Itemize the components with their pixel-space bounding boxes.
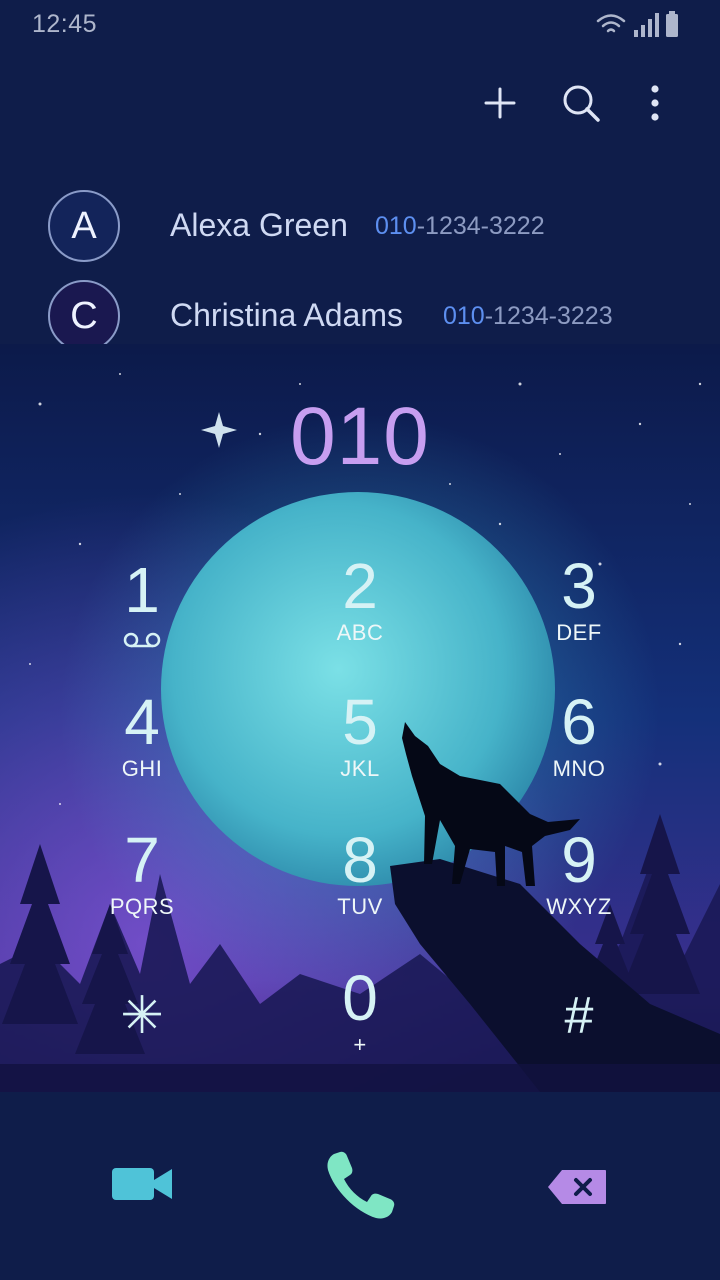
key-digit: # — [564, 987, 594, 1045]
dial-key-9[interactable]: 9 WXYZ — [494, 824, 664, 954]
phone-call-icon[interactable] — [320, 1144, 402, 1226]
key-letters: MNO — [552, 756, 606, 781]
contact-number: 010-1234-3223 — [443, 302, 613, 331]
dial-key-6[interactable]: 6 MNO — [494, 686, 664, 816]
key-digit: 8 — [342, 824, 378, 896]
signal-icon — [634, 13, 659, 37]
dial-key-2[interactable]: 2 ABC — [275, 550, 445, 680]
key-digit: 3 — [561, 550, 597, 622]
contact-name: Christina Adams — [170, 297, 403, 333]
key-digit: 4 — [124, 686, 160, 758]
wifi-icon — [596, 14, 626, 33]
dial-key-hash[interactable]: # — [494, 980, 664, 1092]
dial-key-1[interactable]: 1 — [57, 554, 227, 684]
dial-key-3[interactable]: 3 DEF — [494, 550, 664, 680]
key-digit: 1 — [124, 554, 160, 626]
video-call-icon[interactable] — [108, 1160, 176, 1208]
add-icon[interactable] — [475, 78, 525, 128]
backspace-icon[interactable] — [546, 1168, 608, 1206]
key-letters: GHI — [121, 756, 163, 781]
avatar: A — [48, 190, 120, 262]
key-letters: DEF — [556, 620, 602, 645]
contact-name: Alexa Green — [170, 207, 348, 243]
dial-key-4[interactable]: 4 GHI — [57, 686, 227, 816]
dial-key-8[interactable]: 8 TUV — [275, 824, 445, 954]
status-time: 12:45 — [32, 10, 98, 38]
dial-key-7[interactable]: 7 PQRS — [57, 824, 227, 954]
key-letters: + — [353, 1032, 367, 1057]
key-digit: 2 — [342, 550, 378, 622]
key-digit: ✳ — [120, 987, 164, 1045]
dial-key-5[interactable]: 5 JKL — [275, 686, 445, 816]
key-letters: TUV — [337, 894, 383, 919]
status-icons — [596, 11, 678, 37]
voicemail-icon — [123, 632, 161, 648]
search-icon[interactable] — [556, 78, 606, 128]
key-digit: 7 — [124, 824, 160, 896]
key-digit: 0 — [342, 962, 378, 1034]
avatar: C — [48, 280, 120, 344]
contact-suggestion-list: A Alexa Green 010-1234-3222 C Christina … — [0, 160, 720, 344]
key-letters: WXYZ — [546, 894, 612, 919]
dial-key-star[interactable]: ✳ — [57, 980, 227, 1092]
key-letters: ABC — [336, 620, 384, 645]
matched-digits: 010 — [443, 302, 485, 330]
contact-row[interactable]: C Christina Adams 010-1234-3223 — [0, 280, 720, 344]
toolbar — [0, 50, 720, 160]
dialer-panel: 010 1 2 ABC 3 DEF 4 GHI 5 JKL 6 MNO 7 PQ… — [0, 344, 720, 1092]
contact-number: 010-1234-3222 — [375, 212, 545, 241]
dial-key-0[interactable]: 0 + — [275, 962, 445, 1092]
number-rest: -1234-3223 — [484, 302, 613, 330]
dialer-action-bar — [0, 1092, 720, 1280]
matched-digits: 010 — [375, 212, 417, 240]
key-digit: 5 — [342, 686, 378, 758]
number-rest: -1234-3222 — [416, 212, 545, 240]
key-letters: JKL — [340, 756, 380, 781]
key-letters: PQRS — [109, 894, 175, 919]
more-vertical-icon[interactable] — [630, 78, 680, 128]
key-digit: 9 — [561, 824, 597, 896]
battery-icon — [666, 11, 678, 37]
status-bar: 12:45 — [0, 0, 720, 50]
dialed-number: 010 — [290, 391, 430, 482]
key-digit: 6 — [561, 686, 597, 758]
contact-row[interactable]: A Alexa Green 010-1234-3222 — [0, 190, 720, 280]
